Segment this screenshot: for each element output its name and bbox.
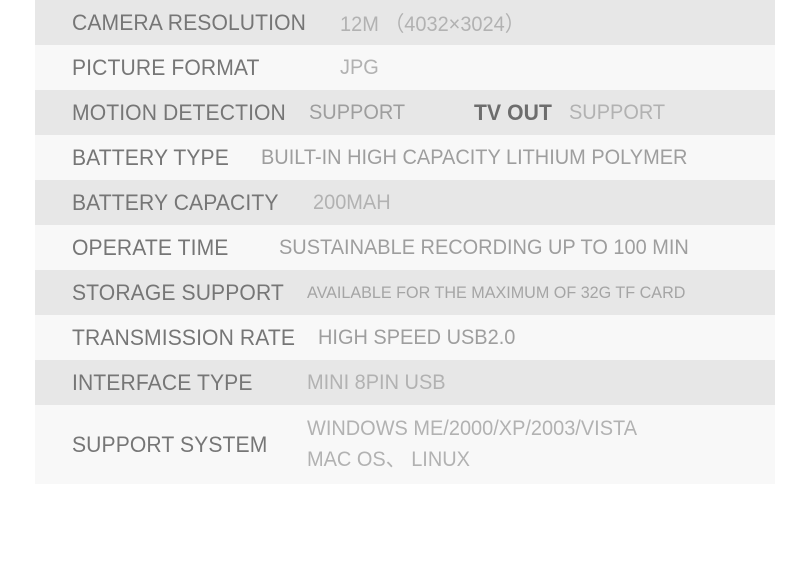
- spec-label-picture-format: PICTURE FORMAT: [72, 54, 260, 80]
- spec-value-battery-capacity: 200MAH: [313, 190, 391, 214]
- table-row: CAMERA RESOLUTION 12M （4032×3024）: [35, 0, 775, 45]
- table-row: MOTION DETECTION SUPPORT TV OUT SUPPORT: [35, 90, 775, 135]
- spec-value-storage-support: AVAILABLE FOR THE MAXIMUM OF 32G TF CARD: [306, 282, 686, 302]
- spec-value-support-system: WINDOWS ME/2000/XP/2003/VISTA MAC OS、 LI…: [307, 417, 638, 471]
- spec-label-transmission-rate: TRANSMISSION RATE: [72, 324, 296, 350]
- spec-value-interface-type: MINI 8PIN USB: [307, 370, 446, 394]
- spec-value-operate-time: SUSTAINABLE RECORDING UP TO 100 MIN: [278, 235, 689, 259]
- spec-value-motion-detection: SUPPORT: [308, 100, 405, 124]
- table-row: PICTURE FORMAT JPG: [35, 45, 775, 90]
- spec-label-storage-support: STORAGE SUPPORT: [72, 279, 284, 305]
- table-row: BATTERY TYPE BUILT-IN HIGH CAPACITY LITH…: [35, 135, 775, 180]
- spec-value-camera-resolution: 12M （4032×3024）: [340, 12, 525, 36]
- spec-label-motion-detection: MOTION DETECTION: [72, 99, 286, 125]
- spec-value-battery-type: BUILT-IN HIGH CAPACITY LITHIUM POLYMER: [261, 145, 688, 169]
- spec-value-transmission-rate: HIGH SPEED USB2.0: [318, 325, 516, 349]
- table-row: OPERATE TIME SUSTAINABLE RECORDING UP TO…: [35, 225, 775, 270]
- spec-label-support-system: SUPPORT SYSTEM: [72, 431, 268, 457]
- table-row: SUPPORT SYSTEM WINDOWS ME/2000/XP/2003/V…: [35, 405, 775, 484]
- spec-value-tv-out: SUPPORT: [569, 100, 666, 124]
- table-row: BATTERY CAPACITY 200MAH: [35, 180, 775, 225]
- table-row: STORAGE SUPPORT AVAILABLE FOR THE MAXIMU…: [35, 270, 775, 315]
- spec-label-operate-time: OPERATE TIME: [72, 234, 229, 260]
- spec-label-tv-out: TV OUT: [473, 99, 552, 125]
- specification-table: CAMERA RESOLUTION 12M （4032×3024） PICTUR…: [35, 0, 775, 484]
- table-row: TRANSMISSION RATE HIGH SPEED USB2.0: [35, 315, 775, 360]
- table-row: INTERFACE TYPE MINI 8PIN USB: [35, 360, 775, 405]
- spec-label-battery-capacity: BATTERY CAPACITY: [72, 189, 279, 215]
- spec-label-battery-type: BATTERY TYPE: [72, 144, 229, 170]
- spec-label-interface-type: INTERFACE TYPE: [72, 369, 253, 395]
- spec-label-camera-resolution: CAMERA RESOLUTION: [72, 9, 306, 35]
- spec-value-picture-format: JPG: [340, 55, 379, 79]
